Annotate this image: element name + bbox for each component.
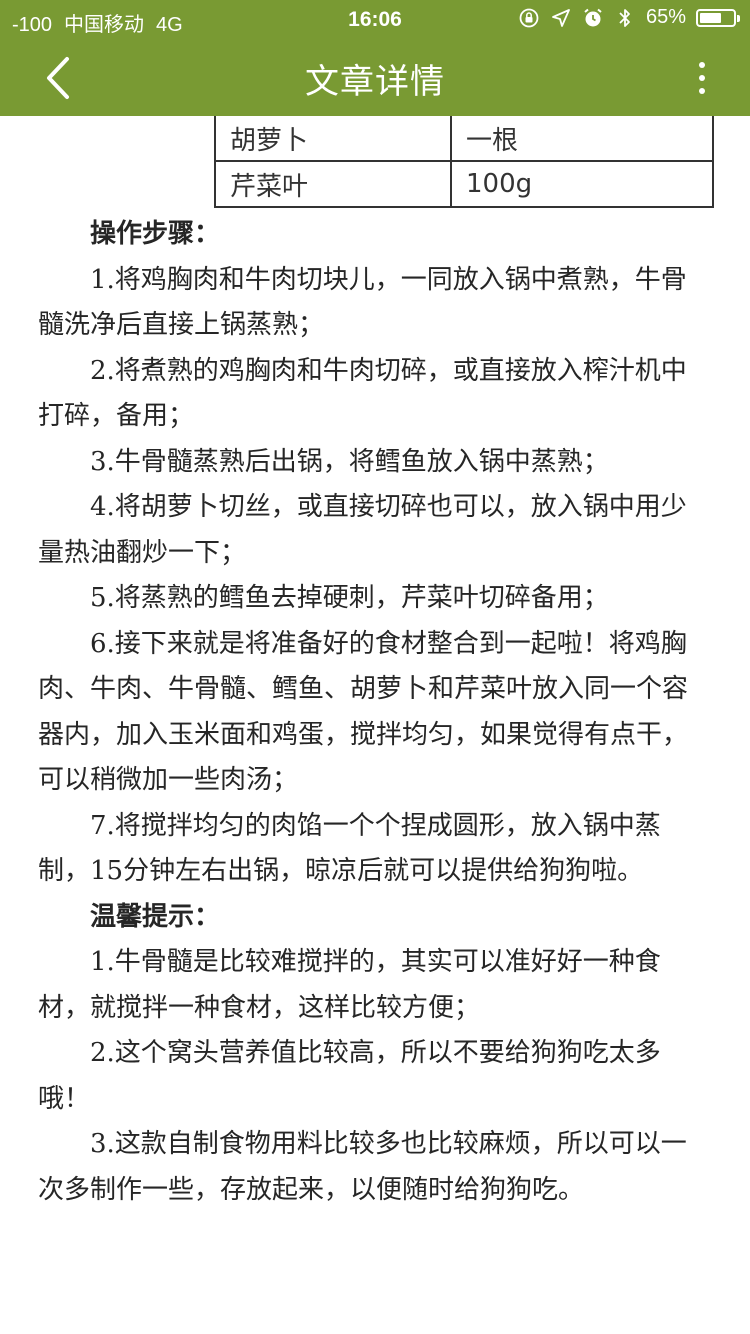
orientation-lock-icon <box>518 7 540 29</box>
more-vertical-icon-dot <box>699 88 705 94</box>
battery-percent: 65% <box>645 6 686 28</box>
bluetooth-icon <box>614 7 636 29</box>
article-body: 操作步骤： 1.将鸡胸肉和牛肉切块儿，一同放入锅中煮熟，牛骨髓洗净后直接上锅蒸熟… <box>38 212 710 1213</box>
tip-paragraph: 2.这个窝头营养值比较高，所以不要给狗狗吃太多哦！ <box>38 1038 661 1114</box>
table-row: 芹菜叶 100g <box>214 160 714 208</box>
table-row: 胡萝卜 一根 <box>214 116 714 162</box>
steps-heading: 操作步骤： <box>90 219 221 249</box>
tip-paragraph: 3.这款自制食物用料比较多也比较麻烦，所以可以一次多制作一些，存放起来，以便随时… <box>38 1129 687 1205</box>
ingredient-name: 胡萝卜 <box>214 116 452 162</box>
step-paragraph: 2.将煮熟的鸡胸肉和牛肉切碎，或直接放入榨汁机中打碎，备用； <box>38 355 687 432</box>
more-options-button[interactable] <box>684 54 720 102</box>
location-icon <box>550 7 572 29</box>
step-paragraph: 4.将胡萝卜切丝，或直接切碎也可以，放入锅中用少量热油翻炒一下； <box>38 492 687 568</box>
step-paragraph: 7.将搅拌均匀的肉馅一个个捏成圆形，放入锅中蒸制，15分钟左右出锅，晾凉后就可以… <box>38 810 661 887</box>
more-vertical-icon-dot <box>699 62 705 68</box>
article-content[interactable]: 胡萝卜 一根 芹菜叶 100g 操作步骤： 1.将鸡胸肉和牛肉切块儿，一同放入锅… <box>0 116 750 1334</box>
navigation-bar: 文章详情 <box>0 40 750 116</box>
ingredients-table: 胡萝卜 一根 芹菜叶 100g <box>214 116 714 208</box>
tip-paragraph: 1.牛骨髓是比较难搅拌的，其实可以准好好一种食材，就搅拌一种食材，这样比较方便； <box>38 947 661 1023</box>
status-right: 65% <box>518 6 740 29</box>
step-paragraph: 5.将蒸熟的鳕鱼去掉硬刺，芹菜叶切碎备用； <box>90 583 609 613</box>
step-paragraph: 3.牛骨髓蒸熟后出锅，将鳕鱼放入锅中蒸熟； <box>90 446 609 477</box>
page-title: 文章详情 <box>305 62 445 102</box>
tips-heading: 温馨提示： <box>90 901 221 932</box>
battery-icon <box>696 8 740 27</box>
ingredient-amount: 100g <box>450 160 714 208</box>
alarm-icon <box>582 7 604 29</box>
status-bar: -100 中国移动 4G 16:06 65% <box>0 0 750 40</box>
step-paragraph: 1.将鸡胸肉和牛肉切块儿，一同放入锅中煮熟，牛骨髓洗净后直接上锅蒸熟； <box>38 264 687 341</box>
ingredient-name: 芹菜叶 <box>214 160 452 208</box>
battery-level <box>700 12 721 23</box>
more-vertical-icon-dot <box>699 75 705 81</box>
app-header: -100 中国移动 4G 16:06 65% 文章详情 <box>0 0 750 116</box>
ingredient-amount: 一根 <box>450 116 714 162</box>
step-paragraph: 6.接下来就是将准备好的食材整合到一起啦！将鸡胸肉、牛肉、牛骨髓、鳕鱼、胡萝卜和… <box>38 628 689 796</box>
